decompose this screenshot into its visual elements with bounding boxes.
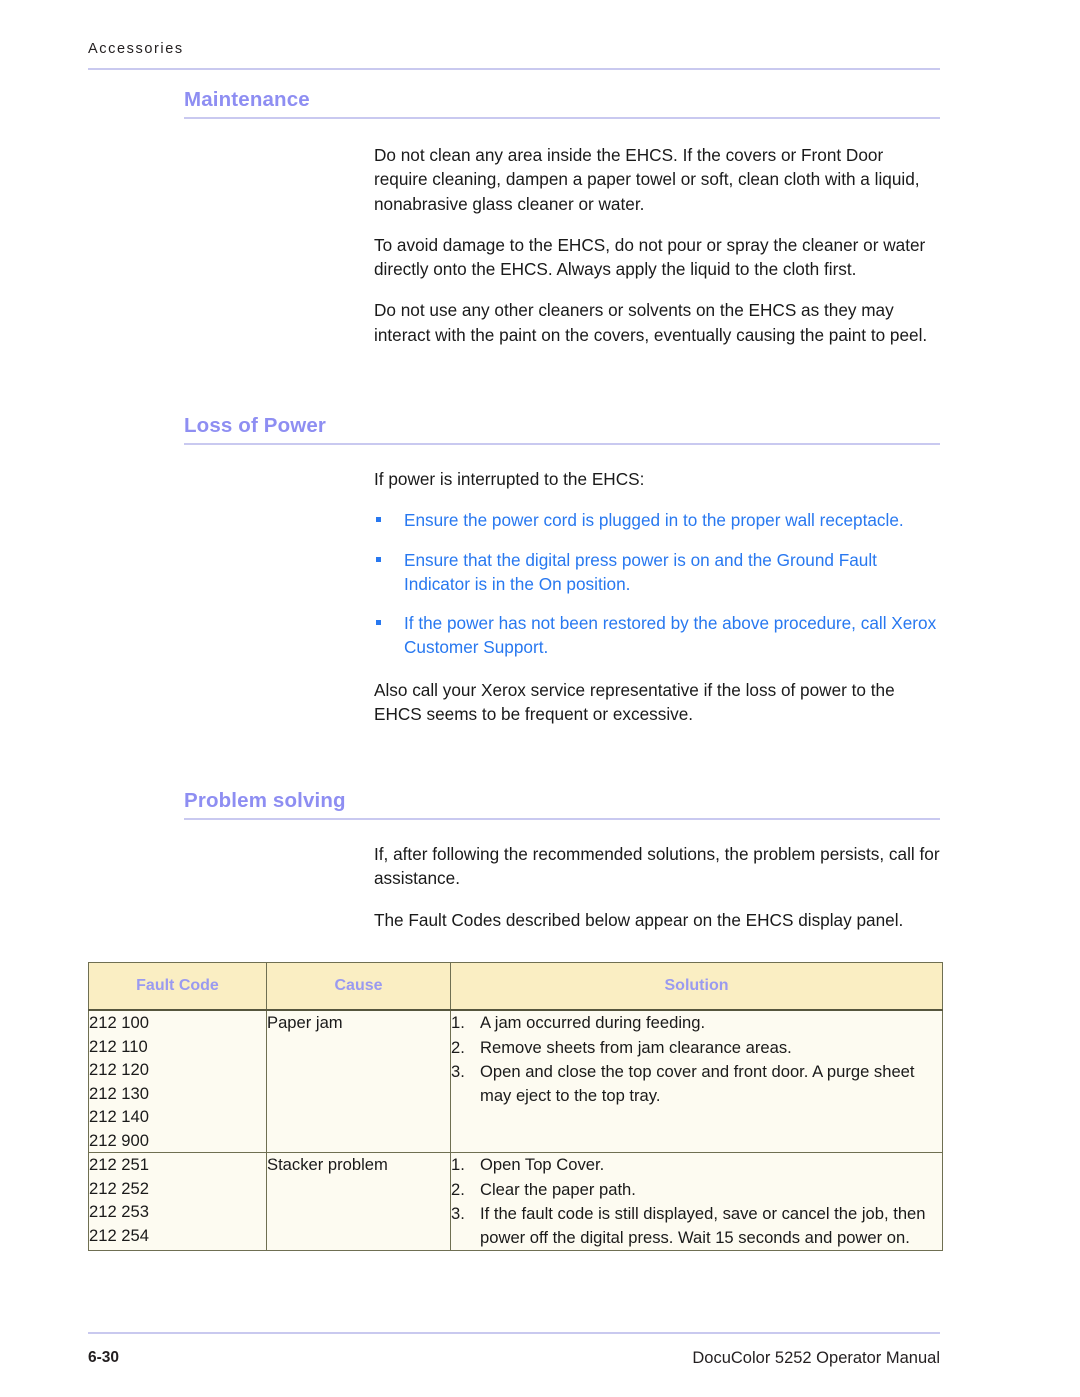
loss-of-power-body: If power is interrupted to the EHCS: Ens… [374, 467, 940, 726]
footer-rule [88, 1332, 940, 1334]
problem-solving-body: If, after following the recommended solu… [374, 842, 940, 932]
table-row: 212 251 212 252 212 253 212 254 Stacker … [88, 1152, 943, 1251]
paragraph: Do not clean any area inside the EHCS. I… [374, 145, 920, 214]
cell-fault-codes: 212 100 212 110 212 120 212 130 212 140 … [88, 1009, 267, 1153]
paragraph-intro: If power is interrupted to the EHCS: [374, 469, 645, 489]
maintenance-body: Do not clean any area inside the EHCS. I… [374, 143, 940, 347]
fault-code: 212 252 [89, 1178, 149, 1198]
solution-list: A jam occurred during feeding. Remove sh… [451, 1011, 942, 1107]
list-item: If the power has not been restored by th… [374, 611, 940, 660]
section-rule-maintenance [184, 117, 940, 119]
section-rule-problem-solving [184, 818, 940, 820]
bullet-point-icon [376, 517, 381, 523]
fault-code: 212 251 [89, 1155, 149, 1174]
cell-solution: A jam occurred during feeding. Remove sh… [450, 1009, 943, 1153]
bullet-point-icon [376, 620, 381, 626]
footer-page-number: 6-30 [88, 1349, 120, 1366]
cell-fault-codes: 212 251 212 252 212 253 212 254 [88, 1152, 267, 1251]
bullet-point-icon [376, 556, 381, 562]
column-header-solution: Solution [450, 962, 943, 1011]
footer-manual-title: DocuColor 5252 Operator Manual [692, 1349, 940, 1367]
column-header-cause: Cause [266, 962, 451, 1011]
section-title-problem-solving: Problem solving [184, 789, 346, 812]
fault-code-table: Fault Code Cause Solution 212 100 212 11… [88, 962, 943, 1251]
solution-step: Open Top Cover. [451, 1153, 605, 1176]
section-title-loss-of-power: Loss of Power [184, 414, 327, 437]
loss-of-power-bullet-list: Ensure the power cord is plugged in to t… [374, 508, 940, 659]
list-item-label: Ensure that the digital press power is o… [404, 549, 877, 594]
fault-code: 212 120 [89, 1060, 149, 1079]
list-item-label: If the power has not been restored by th… [404, 613, 937, 658]
list-item-label: Ensure the power cord is plugged in to t… [404, 510, 904, 531]
document-page: Accessories Maintenance Do not clean any… [0, 0, 1080, 1397]
solution-step: A jam occurred during feeding. [451, 1011, 706, 1034]
paragraph: Do not use any other cleaners or solvent… [374, 300, 928, 345]
solution-step: Remove sheets from jam clearance areas. [451, 1036, 792, 1059]
table-row: 212 100 212 110 212 120 212 130 212 140 … [88, 1009, 943, 1153]
solution-step: Open and close the top cover and front d… [451, 1060, 915, 1105]
fault-code: 212 130 [89, 1083, 149, 1103]
paragraph: To avoid damage to the EHCS, do not pour… [374, 234, 926, 280]
section-title-maintenance: Maintenance [184, 88, 310, 111]
fault-code: 212 140 [89, 1107, 149, 1126]
header-rule [88, 68, 940, 70]
list-item: Ensure the power cord is plugged in to t… [374, 508, 940, 532]
cell-solution: Open Top Cover. Clear the paper path. If… [450, 1152, 943, 1251]
paragraph: If, after following the recommended solu… [374, 844, 940, 889]
fault-code: 212 100 [89, 1013, 149, 1032]
cell-cause: Paper jam [266, 1009, 451, 1153]
list-item: Ensure that the digital press power is o… [374, 548, 940, 597]
section-maintenance: Maintenance [184, 88, 940, 119]
section-problem-solving: Problem solving [184, 789, 940, 820]
solution-list: Open Top Cover. Clear the paper path. If… [451, 1153, 942, 1249]
fault-code: 212 110 [89, 1036, 148, 1056]
column-header-fault-code: Fault Code [88, 962, 267, 1011]
fault-code: 212 254 [89, 1225, 149, 1245]
fault-code: 212 253 [89, 1202, 149, 1221]
solution-step: If the fault code is still displayed, sa… [451, 1202, 926, 1247]
fault-code: 212 900 [89, 1130, 149, 1150]
table-header-row: Fault Code Cause Solution [88, 962, 943, 1011]
running-header: Accessories [88, 41, 184, 57]
section-loss-of-power: Loss of Power [184, 414, 940, 445]
solution-step: Clear the paper path. [451, 1178, 636, 1201]
paragraph-closing: Also call your Xerox service representat… [374, 679, 895, 725]
cell-cause: Stacker problem [266, 1152, 451, 1251]
paragraph: The Fault Codes described below appear o… [374, 909, 904, 930]
section-rule-loss-of-power [184, 443, 940, 445]
